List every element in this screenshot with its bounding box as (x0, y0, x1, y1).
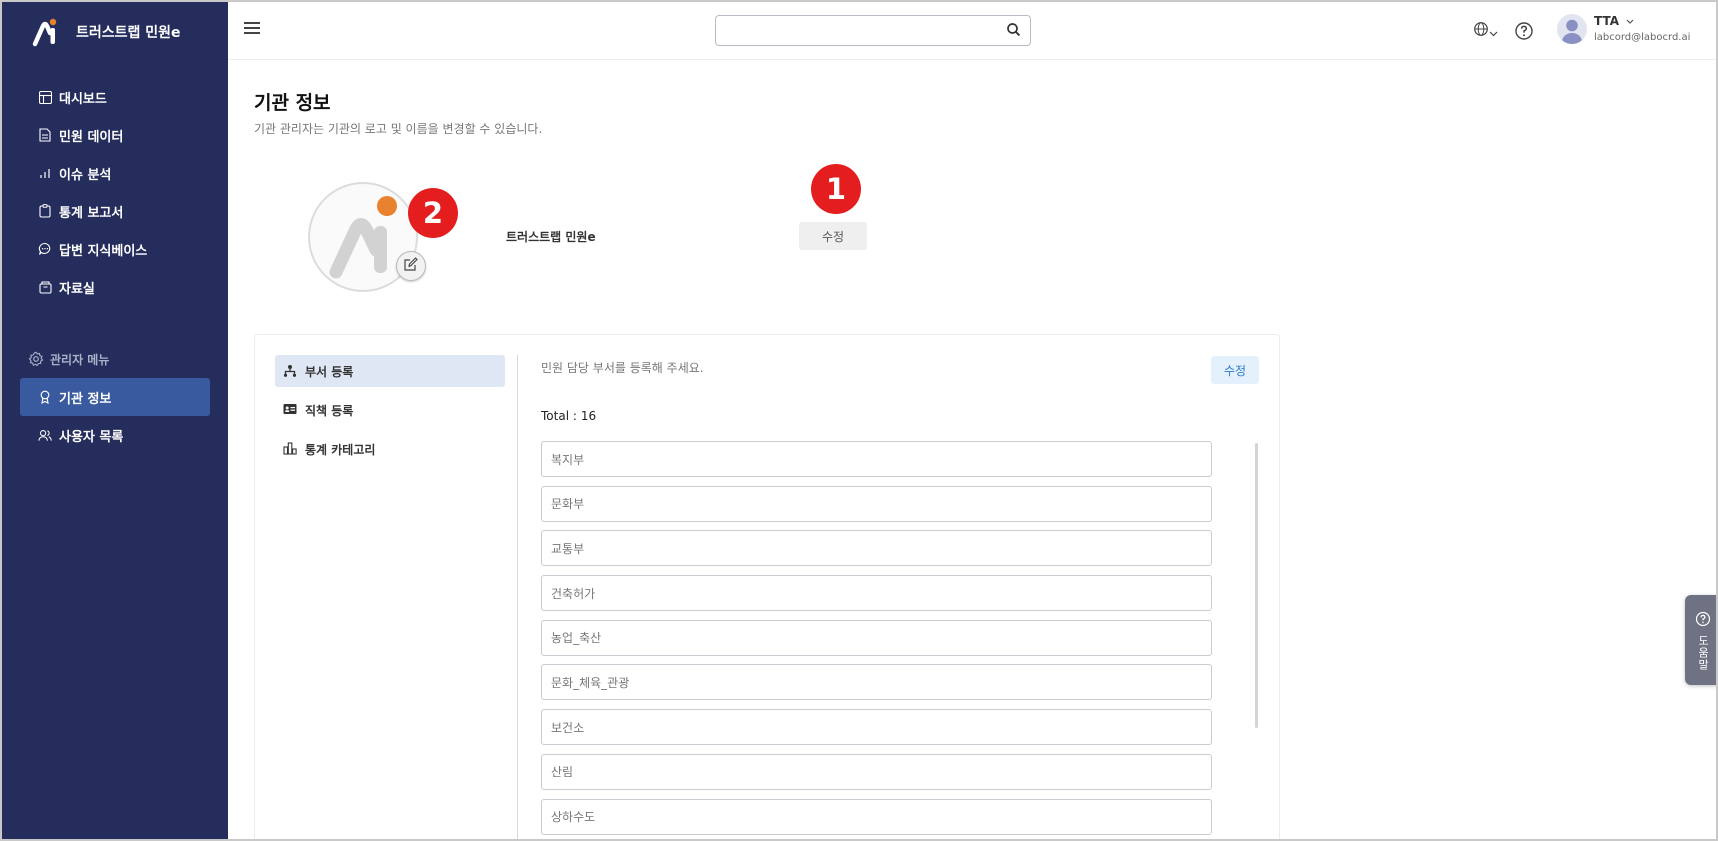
globe-icon (1473, 21, 1489, 41)
archive-icon (38, 280, 52, 294)
tab-statistics-category[interactable]: 통계 카테고리 (275, 433, 505, 465)
help-tab-label: 도움말 (1696, 635, 1710, 671)
help-floating-tab[interactable]: 도움말 (1685, 595, 1716, 685)
department-field[interactable]: 상하수도 (541, 798, 1212, 835)
help-question-icon (1695, 611, 1711, 631)
badge-icon (38, 390, 52, 404)
id-card-icon (283, 403, 297, 417)
tab-position-registration[interactable]: 직책 등록 (275, 394, 505, 426)
bar-chart-icon (38, 166, 52, 180)
top-bar: TTA labcord@labocrd.ai (228, 2, 1716, 60)
app-logo-icon (32, 17, 58, 47)
sidebar-item-dashboard[interactable]: 대시보드 (20, 78, 210, 116)
users-icon (38, 428, 52, 442)
department-total: Total :16 (541, 409, 596, 423)
department-field[interactable]: 건축허가 (541, 575, 1212, 612)
sidebar-item-label: 자료실 (59, 281, 95, 297)
admin-menu-text: 관리자 메뉴 (50, 352, 110, 367)
search-box[interactable] (715, 15, 1031, 46)
gear-icon (28, 351, 44, 367)
total-label: Total : (541, 409, 577, 423)
department-field[interactable]: 보건소 (541, 709, 1212, 746)
page-subtitle: 기관 관리자는 기관의 로고 및 이름을 변경할 수 있습니다. (254, 122, 543, 136)
department-field[interactable]: 농업_축산 (541, 619, 1212, 656)
department-edit-button[interactable]: 수정 (1211, 356, 1259, 384)
department-field[interactable]: 문화_체육_관광 (541, 664, 1212, 701)
department-list-scrollbar[interactable] (1255, 443, 1258, 728)
tab-label: 통계 카테고리 (305, 442, 376, 457)
department-field[interactable]: 교통부 (541, 530, 1212, 567)
annotation-badge-1: 1 (811, 164, 861, 214)
sidebar-item-label: 기관 정보 (59, 391, 112, 407)
settings-card: 부서 등록 직책 등록 통계 카테고리 민원 담당 부서를 등록해 주세요. 수… (254, 334, 1280, 839)
panel-divider (517, 355, 518, 839)
sidebar-item-label: 통계 보고서 (59, 205, 124, 221)
sidebar-item-answer-knowledge-base[interactable]: 답변 지식베이스 (20, 230, 210, 268)
sidebar-item-label: 이슈 분석 (59, 167, 112, 183)
user-name[interactable]: TTA (1594, 14, 1634, 28)
sidebar-item-archive[interactable]: 자료실 (20, 268, 210, 306)
brand[interactable]: 트러스트랩 민원e (32, 16, 181, 48)
total-count: 16 (580, 409, 597, 423)
department-list: 복지부 문화부 교통부 건축허가 농업_축산 문화_체육_관광 보건소 산림 상… (541, 441, 1212, 839)
chat-icon (38, 242, 52, 256)
department-field[interactable]: 산림 (541, 753, 1212, 790)
sidebar-item-organization-info[interactable]: 기관 정보 (20, 378, 210, 416)
chart-category-icon (283, 442, 297, 456)
help-icon[interactable] (1514, 21, 1534, 41)
language-selector[interactable] (1473, 22, 1499, 40)
app-window: 트러스트랩 민원e 대시보드 민원 데이터 이슈 분석 통계 보고서 답변 지식… (0, 0, 1718, 841)
edit-logo-button[interactable] (396, 251, 426, 281)
department-field[interactable]: 문화부 (541, 485, 1212, 522)
user-email: labcord@labocrd.ai (1594, 32, 1691, 43)
sidebar-item-issue-analysis[interactable]: 이슈 분석 (20, 154, 210, 192)
page-title: 기관 정보 (254, 92, 331, 114)
admin-menu-label: 관리자 메뉴 (20, 340, 210, 378)
department-description: 민원 담당 부서를 등록해 주세요. (541, 361, 704, 375)
chevron-down-icon (1489, 22, 1498, 41)
sidebar-item-label: 대시보드 (59, 91, 107, 107)
sidebar-item-label: 사용자 목록 (59, 429, 124, 445)
search-icon[interactable] (1006, 22, 1022, 38)
tab-label: 부서 등록 (305, 364, 354, 379)
sidebar-item-statistics-report[interactable]: 통계 보고서 (20, 192, 210, 230)
sidebar-item-label: 민원 데이터 (59, 129, 124, 145)
organization-edit-button[interactable]: 수정 (799, 222, 867, 250)
document-icon (38, 128, 52, 142)
sidebar-item-user-list[interactable]: 사용자 목록 (20, 416, 210, 454)
sidebar: 트러스트랩 민원e 대시보드 민원 데이터 이슈 분석 통계 보고서 답변 지식… (2, 2, 228, 839)
tab-department-registration[interactable]: 부서 등록 (275, 355, 505, 387)
organization-name: 트러스트랩 민원e (506, 230, 596, 244)
app-name: 트러스트랩 민원e (76, 25, 181, 41)
sidebar-item-label: 답변 지식베이스 (59, 243, 148, 259)
avatar[interactable] (1557, 14, 1587, 44)
tab-label: 직책 등록 (305, 403, 354, 418)
menu-toggle-icon[interactable] (244, 22, 260, 36)
edit-icon (403, 256, 419, 276)
settings-tabs: 부서 등록 직책 등록 통계 카테고리 (275, 355, 505, 472)
department-field[interactable]: 복지부 (541, 441, 1212, 477)
org-chart-icon (283, 364, 297, 378)
sidebar-nav: 대시보드 민원 데이터 이슈 분석 통계 보고서 답변 지식베이스 자료실 관리… (20, 78, 210, 454)
clipboard-icon (38, 204, 52, 218)
user-menu-chevron-icon (1626, 19, 1634, 24)
annotation-badge-2: 2 (408, 188, 458, 238)
dashboard-icon (38, 90, 52, 104)
sidebar-item-complaint-data[interactable]: 민원 데이터 (20, 116, 210, 154)
